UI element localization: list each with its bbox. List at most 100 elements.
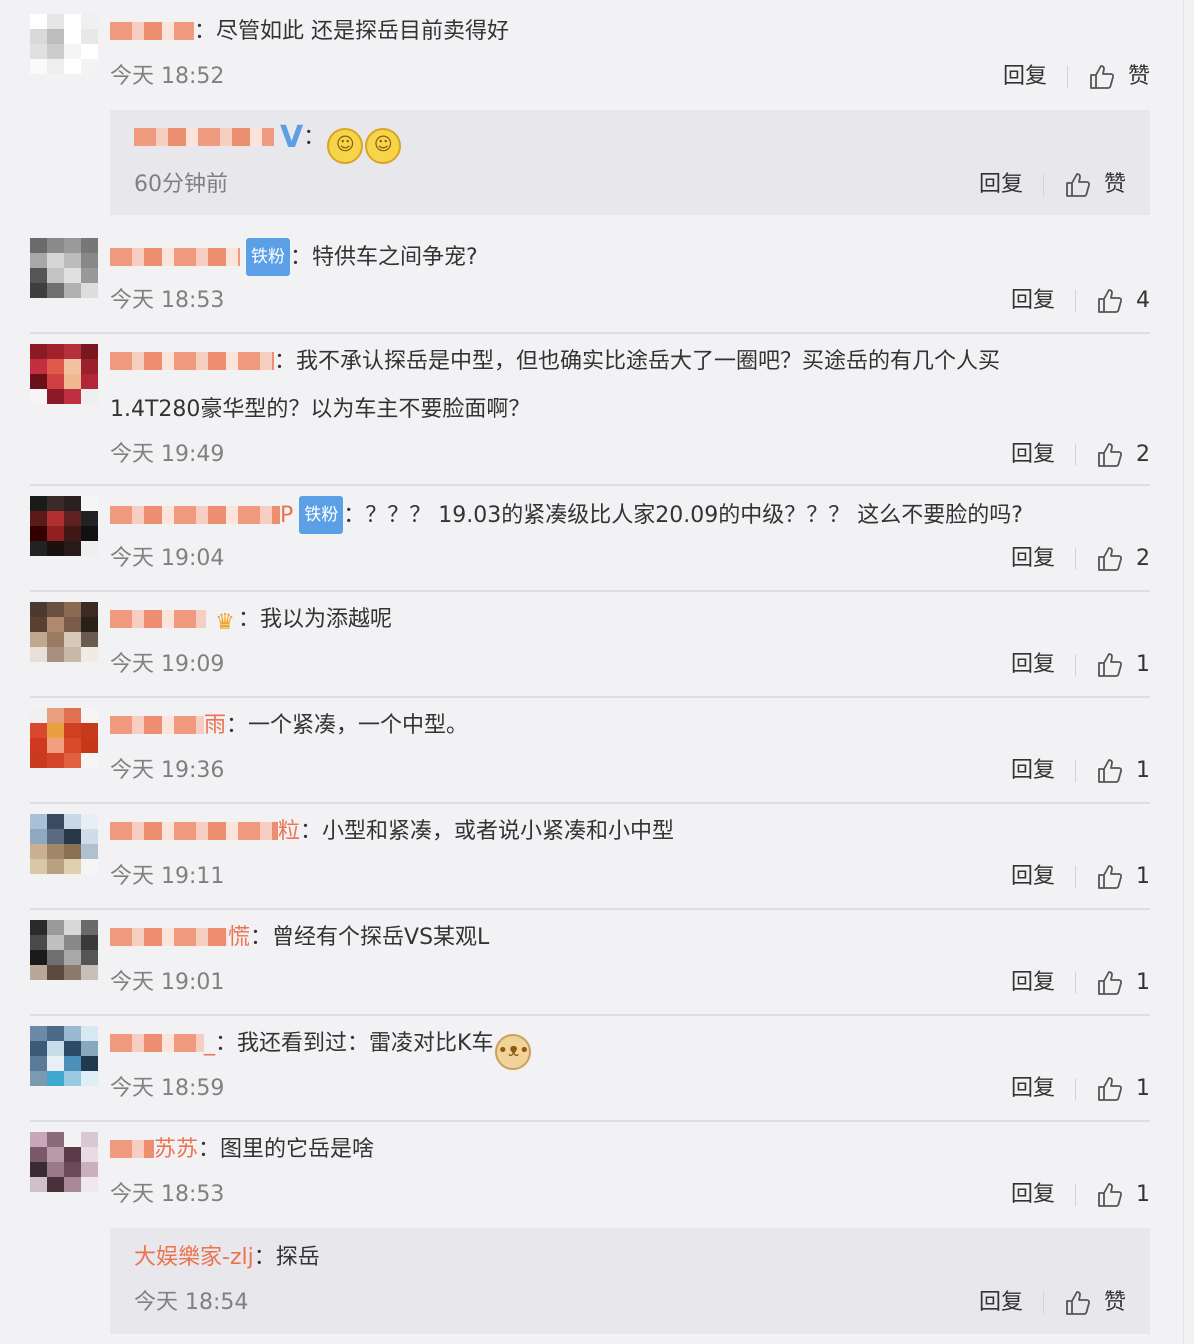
avatar[interactable] (30, 1132, 98, 1192)
avatar[interactable] (30, 814, 98, 874)
avatar[interactable] (30, 344, 98, 404)
username-link[interactable] (110, 22, 194, 40)
comment-text: 小型和紧凑，或者说小紧凑和小中型 (322, 819, 675, 844)
reply-button[interactable]: 回复 (1011, 1180, 1055, 1210)
username-tail[interactable]: 粒 (278, 819, 300, 844)
reply-button[interactable]: 回复 (1011, 862, 1055, 892)
thumbs-up-icon (1098, 759, 1123, 783)
comment-item: ♛ ：我以为添越呢 今天 19:09 回复 1 (30, 602, 1150, 698)
comment-item: 慌：曾经有个探岳VS某观L 今天 19:01 回复 1 (30, 920, 1150, 1016)
like-count: 赞 (1103, 172, 1126, 197)
username-link[interactable] (110, 1034, 204, 1052)
reply-button[interactable]: 回复 (1011, 544, 1055, 574)
username-link[interactable] (110, 822, 278, 840)
username-link[interactable] (110, 506, 280, 524)
username-link[interactable] (110, 716, 204, 734)
reply-button[interactable]: 回复 (1011, 1074, 1055, 1104)
comment-actions: 回复 2 (1011, 544, 1150, 574)
username-tail[interactable]: 苏苏 (154, 1137, 198, 1162)
thumbs-up-icon (1098, 1077, 1123, 1101)
like-count: 赞 (1127, 64, 1150, 89)
divider (1075, 1184, 1076, 1206)
comment-item: 铁粉 ：特供车之间争宠? 今天 18:53 回复 4 (30, 238, 1150, 334)
username-link[interactable] (134, 128, 274, 146)
comment-actions: 回复 4 (1011, 286, 1150, 316)
like-button[interactable]: 1 (1096, 862, 1150, 892)
colon: ： (343, 503, 366, 528)
laugh-emoji-icon: ☺ (327, 128, 364, 164)
like-button[interactable]: 1 (1096, 650, 1150, 680)
avatar[interactable] (30, 708, 98, 768)
timestamp: 今天 18:54 (134, 1290, 249, 1315)
comment-text: ？？？ 19.03的紧凑级比人家20.09的中级？？？ 这么不要脸的吗? (365, 503, 1023, 528)
reply-button[interactable]: 回复 (1011, 756, 1055, 786)
like-button[interactable]: 1 (1096, 756, 1150, 786)
reply-button[interactable]: 回复 (979, 1288, 1023, 1318)
timestamp: 今天 19:11 (110, 864, 225, 889)
thumbs-up-icon (1098, 971, 1123, 995)
like-button[interactable]: 1 (1096, 1074, 1150, 1104)
comment-actions: 回复 1 (1011, 862, 1150, 892)
avatar[interactable] (30, 14, 98, 74)
timestamp: 今天 18:53 (110, 1182, 225, 1207)
like-button[interactable]: 赞 (1064, 170, 1126, 200)
avatar[interactable] (30, 238, 98, 298)
thumbs-up-icon (1066, 1291, 1091, 1315)
colon: ： (250, 925, 273, 950)
comment-text: 探岳 (275, 1245, 320, 1270)
username-link[interactable] (110, 610, 206, 628)
like-button[interactable]: 2 (1096, 440, 1150, 470)
like-button[interactable]: 赞 (1088, 62, 1150, 92)
reply-button[interactable]: 回复 (1011, 968, 1055, 998)
comment-actions: 回复 赞 (1003, 62, 1150, 92)
like-button[interactable]: 赞 (1064, 1288, 1126, 1318)
username-tail[interactable]: 慌 (228, 925, 250, 950)
reply-button[interactable]: 回复 (1003, 62, 1047, 92)
like-button[interactable]: 4 (1096, 286, 1150, 316)
timestamp: 今天 19:01 (110, 970, 225, 995)
reply-button[interactable]: 回复 (1011, 286, 1055, 316)
timestamp: 今天 18:59 (110, 1076, 225, 1101)
like-button[interactable]: 1 (1096, 968, 1150, 998)
username-link[interactable] (110, 1140, 154, 1158)
avatar[interactable] (30, 496, 98, 556)
comment-line: 苏苏：图里的它岳是啥 (110, 1132, 1150, 1168)
comment-line: ♛ ：我以为添越呢 (110, 602, 1150, 638)
avatar[interactable] (30, 920, 98, 980)
comment-actions: 回复 1 (1011, 756, 1150, 786)
avatar[interactable] (30, 602, 98, 662)
comment-line: 雨：一个紧凑，一个中型。 (110, 708, 1150, 744)
avatar[interactable] (30, 1026, 98, 1086)
divider (1075, 654, 1076, 676)
reply-button[interactable]: 回复 (1011, 650, 1055, 680)
sub-reply: V： ☺ ☺ 60分钟前 回复 赞 (110, 110, 1150, 215)
thumbs-up-icon (1098, 865, 1123, 889)
reply-button[interactable]: 回复 (979, 170, 1023, 200)
username-link[interactable] (110, 248, 240, 266)
like-button[interactable]: 1 (1096, 1180, 1150, 1210)
like-count: 1 (1136, 864, 1150, 889)
like-count: 1 (1136, 1076, 1150, 1101)
reply-button[interactable]: 回复 (1011, 440, 1055, 470)
comment-text: 我以为添越呢 (260, 607, 393, 632)
like-count: 赞 (1103, 1290, 1126, 1315)
colon: ： (274, 349, 297, 374)
like-count: 4 (1136, 288, 1150, 313)
username-link[interactable] (110, 928, 228, 946)
scrollbar[interactable] (1183, 0, 1194, 1344)
divider (1075, 444, 1076, 466)
comment-line: 粒：小型和紧凑，或者说小紧凑和小中型 (110, 814, 1150, 850)
username-link[interactable] (110, 352, 274, 370)
sub-reply-line: V： ☺ ☺ (134, 120, 1126, 164)
username-tail[interactable]: 雨 (204, 713, 226, 738)
like-button[interactable]: 2 (1096, 544, 1150, 574)
like-count: 2 (1136, 546, 1150, 571)
comment-text: 尽管如此 还是探岳目前卖得好 (216, 19, 510, 44)
comment-item: P 铁粉：？？？ 19.03的紧凑级比人家20.09的中级？？？ 这么不要脸的吗?… (30, 496, 1150, 592)
comment-text: 特供车之间争宠? (312, 245, 478, 270)
username-tail[interactable]: P (280, 503, 293, 528)
comment-actions: 回复 赞 (979, 170, 1126, 200)
username-link[interactable]: 大娱樂家-zlj (134, 1245, 254, 1270)
username-tail[interactable]: _ (204, 1031, 215, 1056)
divider (1075, 1078, 1076, 1100)
